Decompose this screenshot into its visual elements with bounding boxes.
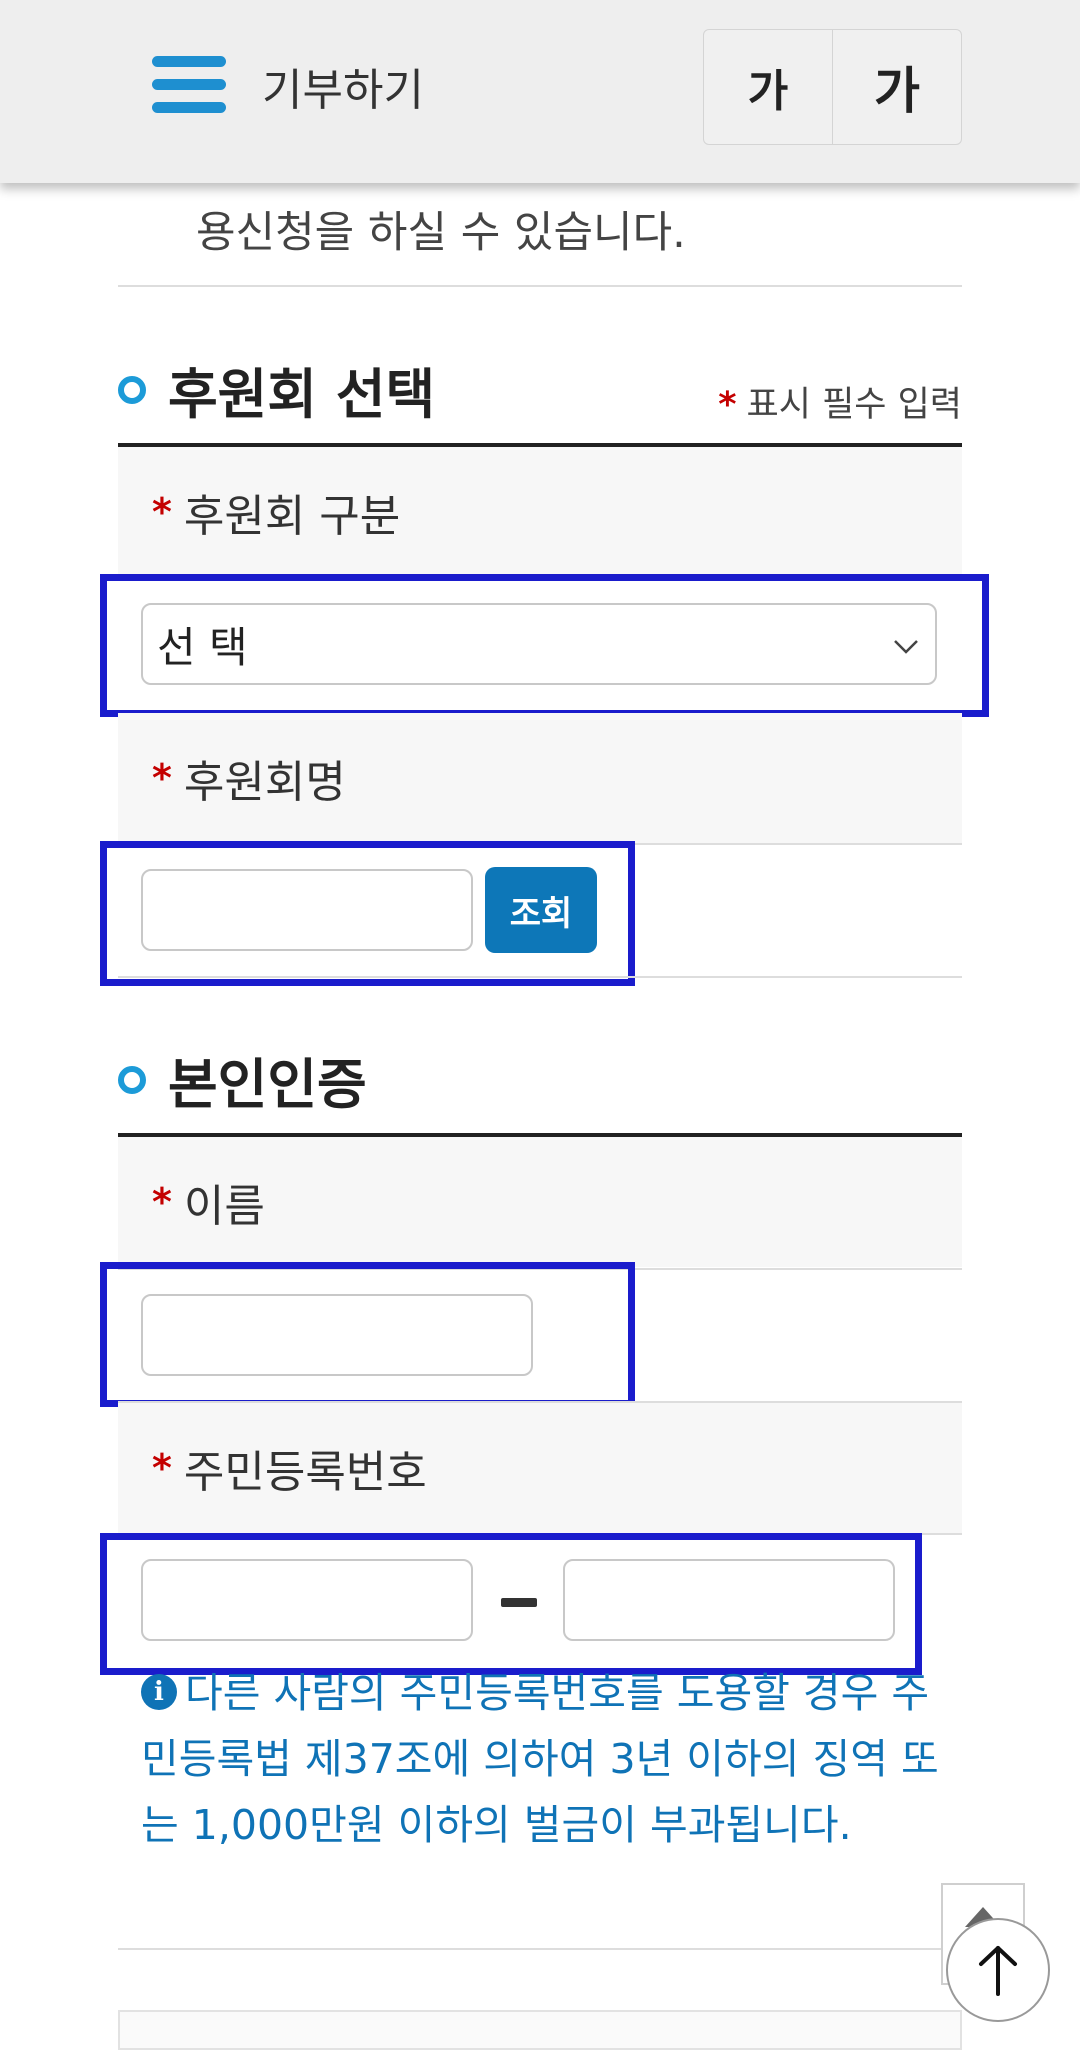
verify-section-title: 본인인증 [118, 1040, 367, 1119]
name-label: 이름 [183, 1181, 265, 1232]
bullet-icon [118, 1065, 146, 1094]
required-asterisk-icon: * [152, 490, 172, 534]
required-legend: * 표시 필수 입력 [718, 376, 962, 427]
rrn-label-row: * 주민등록번호 [118, 1403, 962, 1533]
hamburger-menu-icon[interactable] [152, 56, 226, 114]
bullet-icon [118, 375, 146, 404]
info-icon: i [141, 1674, 177, 1710]
sponsor-name-label-row: * 후원회명 [118, 713, 962, 843]
font-size-controls: 가 가 [703, 29, 962, 145]
bottom-content-box [118, 2010, 962, 2050]
required-asterisk-icon: * [152, 756, 172, 800]
highlight-box [100, 841, 635, 986]
highlight-box [100, 574, 989, 717]
font-size-increase-button[interactable]: 가 [833, 30, 961, 144]
verify-section-title-text: 본인인증 [168, 1053, 367, 1116]
required-asterisk-icon: * [718, 385, 737, 425]
required-asterisk-icon: * [152, 1180, 172, 1224]
divider [118, 1948, 962, 1950]
sponsor-section-title-text: 후원회 선택 [168, 363, 436, 426]
font-size-decrease-button[interactable]: 가 [704, 30, 833, 144]
rrn-label: 주민등록번호 [183, 1447, 427, 1498]
required-legend-text: 표시 필수 입력 [746, 385, 962, 425]
sponsor-type-label-row: * 후원회 구분 [118, 447, 962, 577]
arrow-up-icon [979, 1946, 1017, 1996]
rrn-warning-text: 다른 사람의 주민등록번호를 도용할 경우 주민등록법 제37조에 의하여 3년… [141, 1669, 939, 1849]
page-title: 기부하기 [262, 65, 424, 116]
sponsor-type-label: 후원회 구분 [183, 491, 401, 542]
rrn-warning: i 다른 사람의 주민등록번호를 도용할 경우 주민등록법 제37조에 의하여 3… [141, 1660, 941, 1858]
highlight-box [100, 1262, 635, 1407]
sponsor-section-title: 후원회 선택 [118, 350, 435, 429]
highlight-box [100, 1533, 922, 1675]
divider [118, 285, 962, 287]
required-asterisk-icon: * [152, 1446, 172, 1490]
divider [118, 976, 962, 978]
intro-text: 용신청을 하실 수 있습니다. [196, 208, 686, 258]
scroll-to-top-button[interactable] [946, 1918, 1050, 2022]
name-label-row: * 이름 [118, 1137, 962, 1267]
app-header: 기부하기 가 가 [0, 0, 1080, 183]
sponsor-name-label: 후원회명 [183, 757, 346, 808]
